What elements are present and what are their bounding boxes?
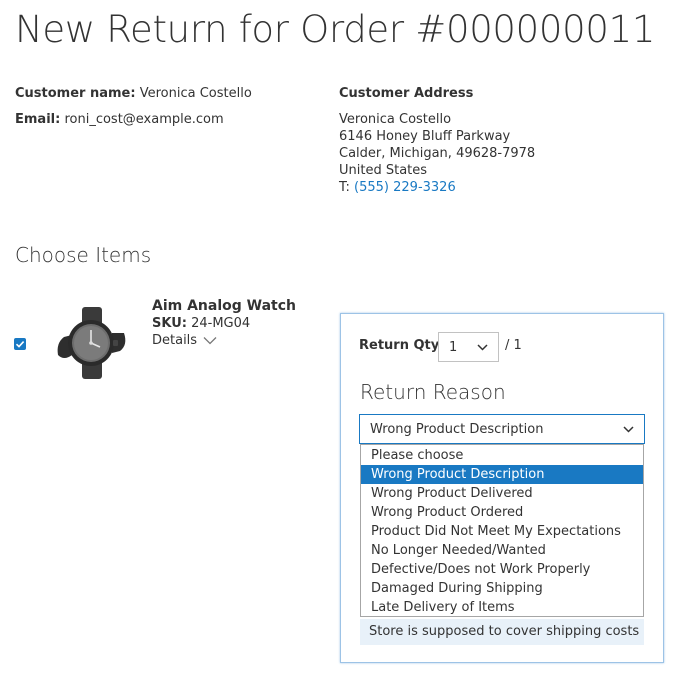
- chevron-down-icon: [623, 425, 634, 433]
- customer-name-value: Veronica Costello: [139, 86, 252, 101]
- sku-label: SKU:: [152, 316, 187, 331]
- address-line: 6146 Honey Bluff Parkway: [339, 129, 511, 144]
- choose-items-heading: Choose Items: [15, 243, 152, 267]
- reason-option[interactable]: Wrong Product Delivered: [361, 484, 643, 503]
- customer-email-value: roni_cost@example.com: [64, 112, 224, 127]
- reason-option[interactable]: Product Did Not Meet My Expectations: [361, 522, 643, 541]
- return-qty-select[interactable]: 1: [438, 332, 499, 362]
- qty-value: 1: [449, 339, 458, 355]
- reason-option[interactable]: Wrong Product Ordered: [361, 503, 643, 522]
- reason-selected-value: Wrong Product Description: [370, 421, 544, 437]
- customer-email: Email: roni_cost@example.com: [15, 111, 224, 128]
- reason-option[interactable]: Defective/Does not Work Properly: [361, 560, 643, 579]
- watch-icon: [57, 307, 126, 379]
- reason-option[interactable]: Late Delivery of Items: [361, 598, 643, 617]
- reason-option[interactable]: Wrong Product Description: [361, 465, 643, 484]
- return-qty-label: Return Qty: [359, 338, 440, 353]
- address-line: Calder, Michigan, 49628-7978: [339, 146, 536, 161]
- product-sku: SKU: 24-MG04: [152, 316, 250, 331]
- phone-prefix: T:: [339, 180, 350, 195]
- address-heading: Customer Address: [339, 86, 474, 101]
- customer-address: Veronica Costello 6146 Honey Bluff Parkw…: [339, 111, 535, 196]
- customer-name: Customer name: Veronica Costello: [15, 85, 252, 102]
- shipping-note: Store is supposed to cover shipping cost…: [360, 619, 644, 645]
- reason-option[interactable]: No Longer Needed/Wanted: [361, 541, 643, 560]
- sku-value: 24-MG04: [191, 316, 251, 331]
- details-label: Details: [152, 333, 198, 348]
- address-line: United States: [339, 163, 428, 178]
- return-reason-select[interactable]: Wrong Product Description: [359, 414, 645, 444]
- return-reason-dropdown: Please choose Wrong Product Description Wr…: [360, 444, 644, 617]
- phone-link[interactable]: (555) 229-3326: [354, 180, 456, 195]
- address-line: Veronica Costello: [339, 112, 452, 127]
- return-reason-heading: Return Reason: [360, 380, 506, 404]
- customer-email-label: Email:: [15, 112, 61, 127]
- qty-total: / 1: [505, 338, 522, 353]
- checkmark-icon: [15, 341, 25, 348]
- item-checkbox[interactable]: [14, 338, 26, 350]
- customer-name-label: Customer name:: [15, 86, 136, 101]
- chevron-down-icon: [203, 337, 217, 345]
- address-phone: T: (555) 229-3326: [339, 179, 535, 196]
- details-toggle[interactable]: Details: [152, 333, 217, 348]
- chevron-down-icon: [477, 343, 488, 351]
- reason-option[interactable]: Please choose: [361, 446, 643, 465]
- product-image: [52, 303, 130, 381]
- reason-option[interactable]: Damaged During Shipping: [361, 579, 643, 598]
- product-name: Aim Analog Watch: [152, 298, 297, 314]
- page-title: New Return for Order #000000011: [15, 8, 656, 51]
